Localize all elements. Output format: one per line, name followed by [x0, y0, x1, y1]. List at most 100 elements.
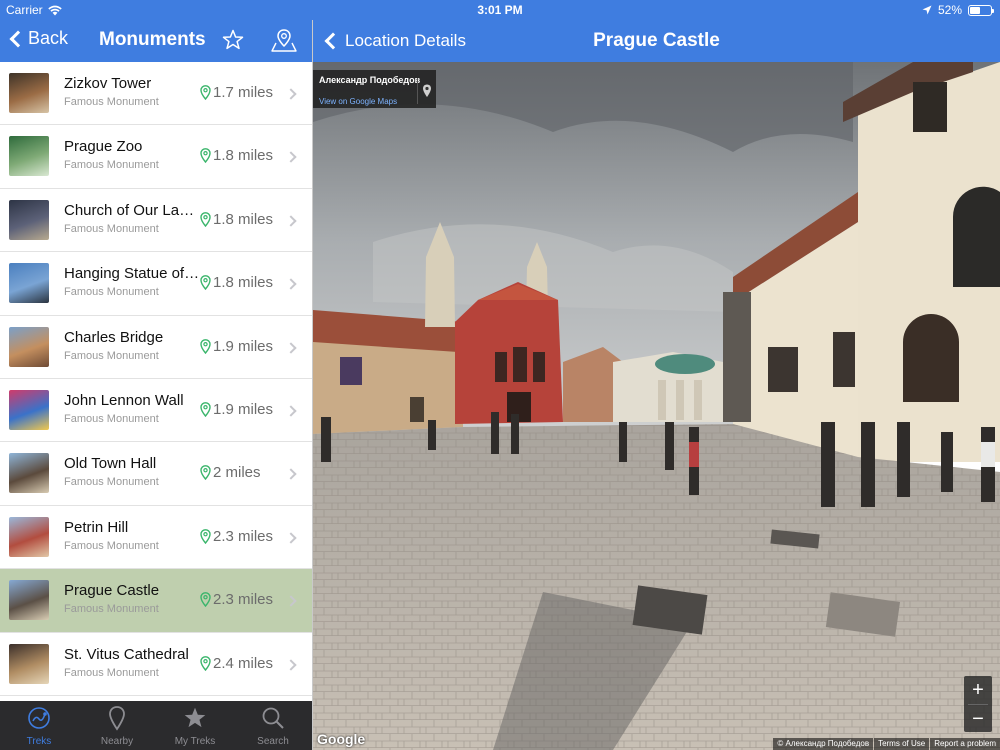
- distance-text: 2 miles: [213, 464, 261, 482]
- hanging-statue-thumb: [9, 263, 49, 304]
- old-town-hall-thumb: [9, 453, 49, 494]
- location-pin-icon: [200, 465, 211, 481]
- prague-castle-courtyard-image: [313, 62, 1000, 750]
- charles-bridge-thumb: [9, 326, 49, 367]
- list-item[interactable]: Petrin Hill Famous Monument 2.3 miles: [0, 506, 312, 570]
- monument-list: Zizkov Tower Famous Monument 1.7 miles Prag…: [0, 62, 312, 701]
- list-item[interactable]: Church of Our Lady before Týn Famous Monu…: [0, 189, 312, 253]
- monument-title: Hanging Statue of Sigmund Freud: [64, 265, 200, 283]
- tab-treks[interactable]: Treks: [0, 701, 78, 750]
- chevron-left-icon: [324, 32, 342, 50]
- distance-text: 2.4 miles: [213, 654, 274, 672]
- monument-title: Old Town Hall: [64, 455, 157, 473]
- contributor-name: Александр Подобедов: [319, 75, 421, 85]
- distance: 1.7 miles: [200, 84, 273, 101]
- battery-percent: 52%: [937, 3, 962, 17]
- distance: 1.8 miles: [200, 274, 273, 291]
- location-pin-icon: [200, 402, 211, 417]
- distance: 1.8 miles: [200, 147, 273, 164]
- chevron-right-icon: [285, 405, 297, 417]
- zoom-out-button[interactable]: −: [964, 705, 992, 733]
- chevron-right-icon: [285, 658, 297, 671]
- chevron-right-icon: [285, 278, 297, 290]
- map-pin-icon[interactable]: [270, 27, 298, 53]
- google-logo: Google: [317, 731, 366, 747]
- tab-label: My Treks: [174, 736, 216, 747]
- contributor-card: Александр Подобедов View on Google Maps: [313, 70, 436, 108]
- distance-text: 1.9 miles: [213, 337, 274, 355]
- tab-nearby[interactable]: Nearby: [78, 701, 156, 750]
- report-problem-link[interactable]: Report a problem: [930, 738, 1000, 750]
- distance-text: 2.3 miles: [213, 591, 274, 609]
- location-pin-icon: [200, 592, 211, 608]
- tab-my-treks[interactable]: My Treks: [156, 701, 234, 750]
- monument-subtitle: Famous Monument: [64, 159, 159, 172]
- monument-subtitle: Famous Monument: [64, 539, 159, 552]
- monument-title: Zizkov Tower: [64, 75, 152, 92]
- list-item[interactable]: Hanging Statue of Sigmund Freud Famous Mo…: [0, 252, 312, 316]
- star-icon: [184, 707, 206, 728]
- zoom-in-button[interactable]: +: [964, 676, 992, 704]
- church-thumb: [9, 199, 49, 240]
- zizkov-tower-thumb: [9, 73, 49, 113]
- list-item[interactable]: John Lennon Wall Famous Monument 1.9 miles: [0, 379, 312, 443]
- prague-castle-thumb: [9, 580, 49, 621]
- monument-subtitle: Famous Monument: [64, 96, 159, 108]
- distance: 2 miles: [200, 464, 261, 481]
- tab-bar: Treks Nearby My Treks Search: [0, 701, 312, 750]
- distance: 2.4 miles: [200, 655, 273, 672]
- search-icon: [262, 707, 284, 729]
- monument-subtitle: Famous Monument: [64, 412, 159, 425]
- lennon-wall-thumb: [9, 389, 49, 430]
- distance: 2.3 miles: [200, 591, 273, 608]
- tab-search[interactable]: Search: [234, 701, 312, 750]
- street-view-panorama[interactable]: Александр Подобедов View on Google Maps …: [313, 62, 1000, 750]
- monument-subtitle: Famous Monument: [64, 476, 159, 489]
- terms-of-use-link[interactable]: Terms of Use: [874, 738, 930, 750]
- list-item[interactable]: Zizkov Tower Famous Monument 1.7 miles: [0, 62, 312, 126]
- location-pin-icon: [200, 528, 211, 544]
- status-time: 3:01 PM: [477, 3, 523, 17]
- distance: 1.9 miles: [200, 401, 273, 418]
- monument-subtitle: Famous Monument: [64, 666, 159, 679]
- location-details-label: Location Details: [345, 31, 466, 50]
- right-nav-bar: Location Details Prague Castle: [313, 20, 1000, 62]
- distance: 1.8 miles: [200, 211, 273, 228]
- map-pin-icon[interactable]: [417, 78, 436, 104]
- view-on-google-maps-link[interactable]: View on Google Maps: [319, 97, 397, 106]
- location-arrow-icon: [922, 5, 932, 15]
- zoom-controls: + −: [964, 676, 992, 732]
- petrin-hill-thumb: [9, 516, 49, 557]
- location-details-back-button[interactable]: Location Details: [323, 31, 466, 51]
- left-nav-bar: Back Monuments: [0, 20, 312, 62]
- location-pin-icon: [200, 338, 211, 354]
- treks-icon: [28, 707, 50, 729]
- distance: 2.3 miles: [200, 528, 273, 545]
- st-vitus-thumb: [9, 643, 49, 684]
- distance-text: 2.3 miles: [213, 527, 274, 545]
- monument-title: John Lennon Wall: [64, 391, 184, 409]
- battery-icon: [968, 4, 994, 16]
- back-button[interactable]: Back: [8, 28, 68, 49]
- status-bar: Carrier 3:01 PM 52%: [0, 0, 1000, 20]
- location-pin-icon: [200, 148, 211, 164]
- monument-title: Prague Castle: [64, 582, 160, 600]
- distance-text: 1.7 miles: [213, 84, 274, 101]
- chevron-right-icon: [285, 88, 297, 100]
- location-pin-icon: [200, 211, 211, 227]
- monument-title: Petrin Hill: [64, 518, 129, 536]
- monument-title: St. Vitus Cathedral: [64, 645, 189, 663]
- tab-label: Nearby: [100, 736, 134, 747]
- list-item[interactable]: Prague Castle Famous Monument 2.3 miles: [0, 569, 312, 633]
- list-item[interactable]: Charles Bridge Famous Monument 1.9 miles: [0, 316, 312, 379]
- location-pin-icon: [200, 275, 211, 291]
- monuments-pane: Back Monuments Zizkov Tower Famous Monume…: [0, 0, 312, 750]
- distance-text: 1.8 miles: [213, 210, 274, 228]
- list-item[interactable]: St. Vitus Cathedral Famous Monument 2.4 mi…: [0, 633, 312, 696]
- map-footer: © Александр Подобедов Terms of Use Repor…: [773, 738, 1000, 750]
- list-item[interactable]: Prague Zoo Famous Monument 1.8 miles: [0, 125, 312, 189]
- distance-text: 1.8 miles: [213, 147, 274, 165]
- list-item[interactable]: Old Town Hall Famous Monument 2 miles: [0, 442, 312, 506]
- favorite-star-icon[interactable]: [221, 28, 245, 52]
- monument-title: Prague Zoo: [64, 138, 143, 156]
